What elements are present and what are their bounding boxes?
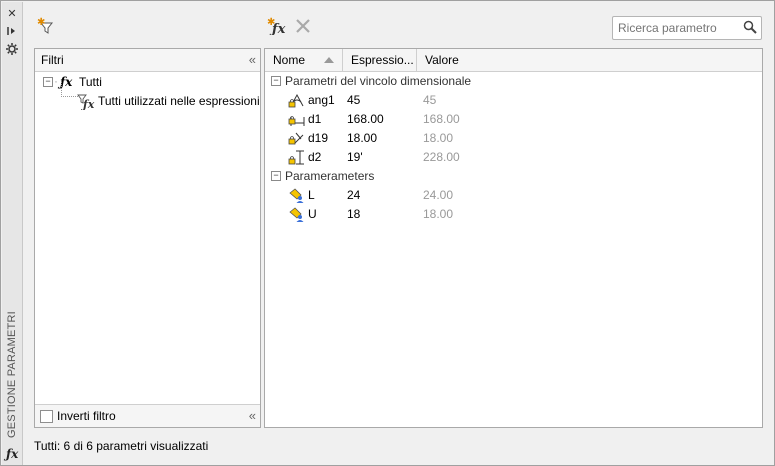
column-header-value[interactable]: Valore <box>417 49 487 71</box>
new-filter-icon[interactable]: ✱ <box>36 17 54 35</box>
svg-text:✱: ✱ <box>37 17 45 28</box>
aligned-constraint-icon <box>288 130 306 147</box>
new-user-parameter-icon[interactable]: ✱ ƒx <box>267 17 286 37</box>
fx-logo-icon: ƒx <box>6 447 19 461</box>
collapse-group-icon[interactable]: − <box>271 171 281 181</box>
search-icon[interactable] <box>743 20 757 34</box>
parameters-manager-palette: ✕ GESTIONE PARAMETRI ƒx ✱ ✱ƒx Filtri « −… <box>0 0 775 466</box>
user-parameter-icon <box>288 187 306 204</box>
group-title: Paramerameters <box>285 169 375 183</box>
tree-item-label: Tutti <box>79 75 102 89</box>
status-bar-text: Tutti: 6 di 6 parametri visualizzati <box>34 439 209 453</box>
tree-connector: · <box>54 74 58 88</box>
palette-vertical-title: GESTIONE PARAMETRI <box>6 311 18 438</box>
angular-constraint-icon <box>288 92 306 109</box>
filter-fx-icon: ƒx <box>77 92 95 115</box>
delete-parameter-icon[interactable] <box>294 17 312 35</box>
invert-filter-label[interactable]: Inverti filtro <box>57 409 116 423</box>
collapse-group-icon[interactable]: − <box>271 76 281 86</box>
column-header-expression[interactable]: Espressio... <box>343 49 417 71</box>
filters-footer: Inverti filtro « <box>35 404 260 427</box>
filters-panel: Filtri « − · ƒx Tutti ƒx Tutti utilizzat… <box>34 48 261 428</box>
group-header-dimensional[interactable]: − Parametri del vincolo dimensionale <box>265 72 760 90</box>
vertical-constraint-icon <box>288 149 306 166</box>
palette-title-bar: ✕ GESTIONE PARAMETRI ƒx <box>2 2 23 465</box>
column-header-name[interactable]: Nome <box>265 49 343 71</box>
grid-header: Nome Espressio... Valore <box>265 49 762 72</box>
invert-filter-checkbox[interactable] <box>40 410 53 423</box>
filters-header: Filtri « <box>35 49 260 72</box>
autohide-icon[interactable] <box>5 24 19 38</box>
group-header-user-parameters[interactable]: − Paramerameters <box>265 167 760 185</box>
collapse-filters-bottom-icon[interactable]: « <box>249 408 256 423</box>
svg-text:ƒx: ƒx <box>269 22 286 35</box>
search-box[interactable] <box>612 16 762 40</box>
horizontal-constraint-icon <box>288 111 306 128</box>
filters-title: Filtri <box>41 53 64 67</box>
close-icon[interactable]: ✕ <box>5 7 19 21</box>
search-input[interactable] <box>618 20 738 35</box>
tree-item-label: Tutti utilizzati nelle espressioni <box>98 94 260 108</box>
group-title: Parametri del vincolo dimensionale <box>285 74 472 88</box>
collapse-filters-icon[interactable]: « <box>249 52 256 67</box>
parameters-grid: Nome Espressio... Valore − Parametri del… <box>264 48 763 428</box>
svg-text:ƒx: ƒx <box>80 98 95 110</box>
user-parameter-icon <box>288 206 306 223</box>
properties-icon[interactable] <box>5 42 19 56</box>
collapse-tree-icon[interactable]: − <box>43 77 53 87</box>
sort-ascending-icon <box>324 57 334 63</box>
